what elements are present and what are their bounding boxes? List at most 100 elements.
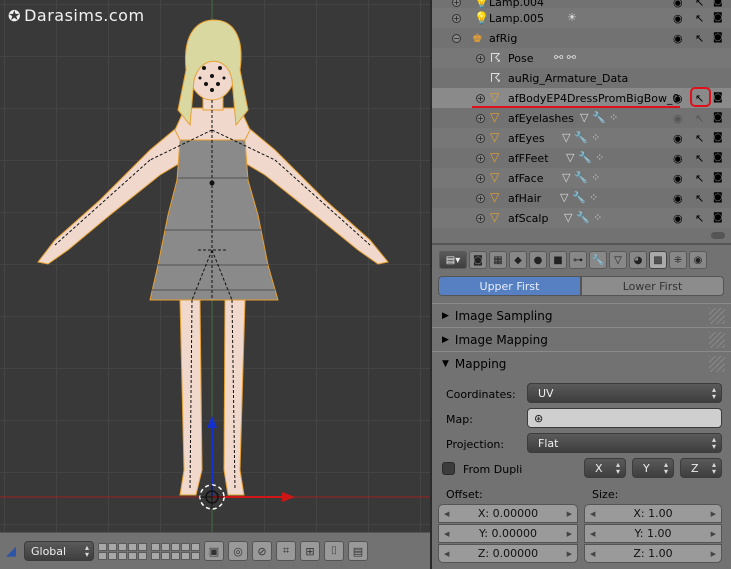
mapping-y-dropdown[interactable]: Y ▴ ▾ — [632, 458, 674, 478]
editor-type-icon[interactable]: ▤▾ — [439, 251, 467, 269]
world-tab-icon[interactable]: ● — [529, 251, 547, 269]
layers-tab-icon[interactable]: ▦ — [489, 251, 507, 269]
viewport-header: ◢ Global ▴ ▾ ▣ ◎ ⊘ ⌗ ⊞ ⌷ ▤ — [0, 532, 430, 569]
data-tab-icon[interactable]: ▽ — [609, 251, 627, 269]
visibility-eye-icon[interactable]: ◉ — [673, 192, 683, 205]
render-camera-icon[interactable]: ◙ — [713, 172, 723, 183]
render-camera-icon[interactable]: ◙ — [713, 12, 723, 23]
select-cursor-icon[interactable]: ↖ — [695, 32, 704, 45]
properties-tabs: ▤▾ ◙ ▦ ◆ ● ■ ⊶ 🔧 ▽ ◕ ▩ ⁜ ◉ — [439, 251, 707, 269]
visibility-eye-icon[interactable]: ◉ — [673, 112, 683, 125]
visibility-eye-icon[interactable]: ◉ — [673, 12, 683, 25]
visibility-eye-icon[interactable]: ◉ — [673, 32, 683, 45]
watermark: ✪ Darasims.com — [8, 6, 145, 25]
map-label: Map: — [446, 413, 473, 426]
outliner-row-afrig[interactable]: − ♚ afRig ◉ ↖ ◙ — [432, 28, 731, 48]
render-camera-icon[interactable]: ⌷ — [324, 541, 344, 561]
pose-icon: ☈ — [490, 51, 501, 65]
render-animation-icon[interactable]: ▤ — [348, 541, 368, 561]
projection-label: Projection: — [446, 438, 505, 451]
mapping-z-dropdown[interactable]: Z ▴ ▾ — [680, 458, 722, 478]
outliner-row-armature-data[interactable]: ☈ auRig_Armature_Data — [432, 68, 731, 88]
coordinates-dropdown[interactable]: UV ▴ ▾ — [527, 383, 722, 403]
proportional-edit-icon[interactable]: ⊘ — [252, 541, 272, 561]
render-tab-icon[interactable]: ◙ — [469, 251, 487, 269]
size-z-field[interactable]: ◀ Z: 1.00 ▶ — [584, 544, 722, 563]
select-cursor-icon[interactable]: ↖ — [695, 212, 704, 225]
panel-image-mapping[interactable]: ▶ Image Mapping — [432, 327, 731, 351]
visibility-eye-icon[interactable]: ◉ — [673, 212, 683, 225]
outliner-row-feet[interactable]: + ▽ afFFeet ▽ 🔧 ⁘ ◉ ↖ ◙ — [432, 148, 731, 168]
layers-grid-left[interactable] — [98, 542, 147, 560]
texture-tab-icon[interactable]: ▩ — [649, 251, 667, 269]
projection-dropdown[interactable]: Flat ▴ ▾ — [527, 433, 722, 453]
scene-tab-icon[interactable]: ◆ — [509, 251, 527, 269]
select-cursor-icon[interactable]: ↖ — [695, 132, 704, 145]
pivot-icon[interactable]: ◎ — [228, 541, 248, 561]
particles-tab-icon[interactable]: ⁜ — [669, 251, 687, 269]
render-camera-icon[interactable]: ◙ — [713, 152, 723, 163]
select-cursor-icon[interactable]: ↖ — [695, 192, 704, 205]
outliner-row-hair[interactable]: + ▽ afHair ▽ 🔧 ⁘ ◉ ↖ ◙ — [432, 188, 731, 208]
select-cursor-icon[interactable]: ↖ — [695, 112, 704, 125]
outliner-row-lamp-005[interactable]: + 💡 Lamp.005 ☀ ◉ ↖ ◙ — [432, 8, 731, 28]
3d-viewport[interactable]: ✪ Darasims.com — [0, 0, 430, 532]
mesh-icon: ▽ — [490, 210, 500, 224]
object-tab-icon[interactable]: ■ — [549, 251, 567, 269]
offset-z-field[interactable]: ◀ Z: 0.00000 ▶ — [438, 544, 578, 563]
select-cursor-icon[interactable]: ↖ — [695, 172, 704, 185]
size-y-field[interactable]: ◀ Y: 1.00 ▶ — [584, 524, 722, 543]
select-cursor-icon[interactable]: ↖ — [695, 152, 704, 165]
outliner-row-eyelashes[interactable]: + ▽ afEyelashes ▽ 🔧 ⁘ ◉ ↖ ◙ — [432, 108, 731, 128]
orientation-dropdown[interactable]: Global ▴ ▾ — [24, 541, 94, 561]
highlight-underline — [472, 106, 680, 108]
visibility-eye-icon[interactable]: ◉ — [673, 152, 683, 165]
offset-x-field[interactable]: ◀ X: 0.00000 ▶ — [438, 504, 578, 523]
render-camera-icon[interactable]: ◙ — [713, 212, 723, 223]
snap-icon[interactable]: ⌗ — [276, 541, 296, 561]
modifier-icons: ▽ 🔧 ⁘ — [562, 131, 601, 144]
offset-y-field[interactable]: ◀ Y: 0.00000 ▶ — [438, 524, 578, 543]
size-label: Size: — [592, 488, 619, 501]
map-field[interactable]: ⊛ — [527, 408, 722, 428]
visibility-eye-icon[interactable]: ◉ — [673, 92, 683, 105]
manipulator-icon[interactable]: ◢ — [2, 542, 20, 560]
visibility-eye-icon[interactable]: ◉ — [673, 172, 683, 185]
constraints-tab-icon[interactable]: ⊶ — [569, 251, 587, 269]
from-dupli-checkbox[interactable] — [442, 462, 455, 475]
outliner-row-face[interactable]: + ▽ afFace ▽ 🔧 ⁘ ◉ ↖ ◙ — [432, 168, 731, 188]
modifier-icons: ▽ 🔧 ⁘ — [562, 171, 601, 184]
lamp-icon: 💡 — [474, 11, 489, 25]
lower-first-option[interactable]: Lower First — [581, 276, 724, 296]
render-camera-icon[interactable]: ◙ — [713, 0, 723, 7]
panel-grip-icon[interactable] — [709, 356, 725, 372]
render-camera-icon[interactable]: ◙ — [713, 112, 723, 123]
outliner-row-pose[interactable]: + ☈ Pose ⚯ ⚯ — [432, 48, 731, 68]
upper-first-option[interactable]: Upper First — [438, 276, 581, 296]
outliner-row-eyes[interactable]: + ▽ afEyes ▽ 🔧 ⁘ ◉ ↖ ◙ — [432, 128, 731, 148]
physics-tab-icon[interactable]: ◉ — [689, 251, 707, 269]
render-camera-icon[interactable]: ◙ — [713, 192, 723, 203]
material-tab-icon[interactable]: ◕ — [629, 251, 647, 269]
sort-order-toggle[interactable]: Upper First Lower First — [438, 276, 724, 296]
size-x-field[interactable]: ◀ X: 1.00 ▶ — [584, 504, 722, 523]
snap-target-icon[interactable]: ⊞ — [300, 541, 320, 561]
panel-mapping[interactable]: ▼ Mapping — [432, 351, 731, 375]
visibility-eye-icon[interactable]: ◉ — [673, 132, 683, 145]
render-camera-icon[interactable]: ◙ — [713, 92, 723, 103]
mapping-x-dropdown[interactable]: X ▴ ▾ — [584, 458, 626, 478]
modifier-icons: ▽ 🔧 ⁘ — [564, 211, 603, 224]
panel-grip-icon[interactable] — [709, 308, 725, 324]
mesh-icon: ▽ — [490, 170, 500, 184]
lock-camera-icon[interactable]: ▣ — [204, 541, 224, 561]
modifiers-tab-icon[interactable]: 🔧 — [589, 251, 607, 269]
select-cursor-icon[interactable]: ↖ — [695, 12, 704, 25]
panel-image-sampling[interactable]: ▶ Image Sampling — [432, 303, 731, 327]
panel-grip-icon[interactable] — [709, 332, 725, 348]
render-camera-icon[interactable]: ◙ — [713, 32, 723, 43]
render-camera-icon[interactable]: ◙ — [713, 132, 723, 143]
outliner-row-body-dress[interactable]: + ▽ afBodyEP4DressPromBigBow_0 ◉ ↖ ◙ — [432, 88, 731, 108]
layers-grid-right[interactable] — [151, 542, 200, 560]
outliner-row-scalp[interactable]: + ▽ afScalp ▽ 🔧 ⁘ ◉ ↖ ◙ — [432, 208, 731, 228]
coordinates-label: Coordinates: — [446, 388, 516, 401]
